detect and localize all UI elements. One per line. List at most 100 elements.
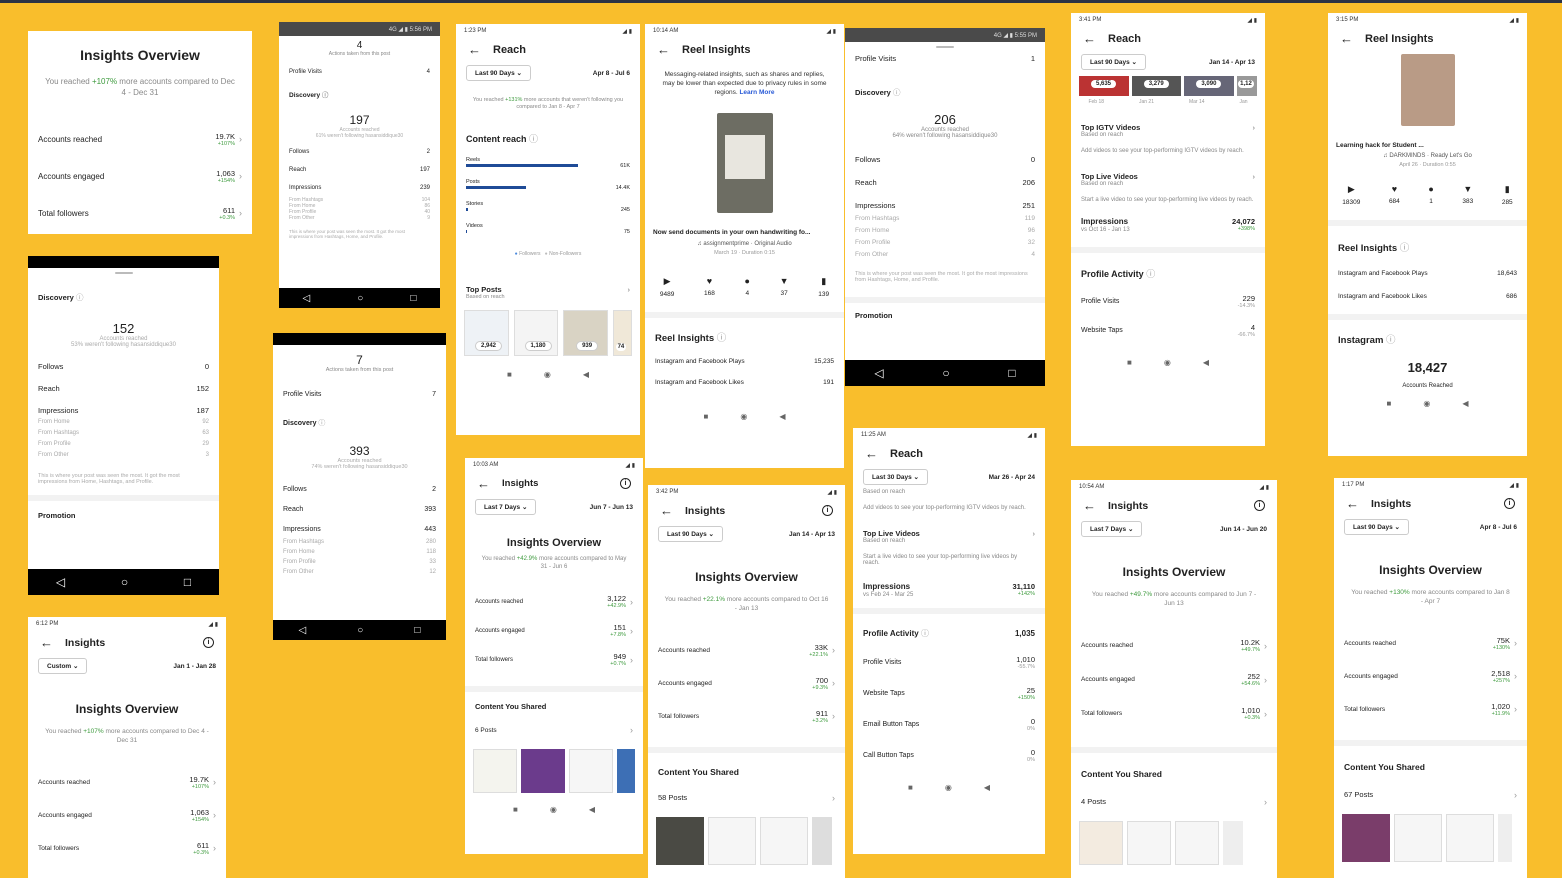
post-thumb[interactable] — [521, 749, 565, 794]
post-thumb[interactable] — [1175, 820, 1219, 865]
post-thumb[interactable]: 5,635 — [1079, 76, 1129, 96]
info-icon[interactable]: i — [203, 637, 214, 648]
back-nav-icon[interactable]: ◀ — [1203, 358, 1209, 367]
home-nav-icon[interactable]: ○ — [357, 625, 363, 636]
recents-nav-icon[interactable]: ■ — [1387, 399, 1392, 408]
home-nav-icon[interactable]: ○ — [942, 366, 949, 380]
reel-thumbnail[interactable] — [1400, 54, 1455, 126]
sheet-handle[interactable] — [936, 46, 954, 48]
back-nav-icon[interactable]: ◀ — [583, 370, 589, 379]
back-nav-icon[interactable]: ◁ — [56, 575, 65, 589]
range-dropdown[interactable]: Last 90 Days ⌄ — [1344, 519, 1410, 535]
range-dropdown[interactable]: Last 7 Days ⌄ — [475, 499, 537, 515]
metric-row[interactable]: Accounts reached 19.7K +107% › — [28, 766, 226, 799]
metric-row[interactable]: Total followers 1,010 +0.3% › — [1071, 697, 1277, 731]
post-thumb[interactable]: 3,090 — [1184, 76, 1235, 96]
metric-row[interactable]: Accounts engaged 151 +7.8% › — [465, 616, 643, 645]
home-nav-icon[interactable]: ○ — [357, 293, 363, 304]
post-thumb[interactable]: 1,180 — [513, 309, 559, 356]
post-thumb[interactable] — [1223, 820, 1243, 865]
back-arrow-icon[interactable]: ← — [468, 42, 481, 57]
back-nav-icon[interactable]: ◁ — [303, 293, 311, 304]
post-thumb[interactable]: 1,12 — [1237, 76, 1257, 96]
post-thumb[interactable] — [1342, 813, 1390, 862]
post-thumb[interactable]: 2,942 — [464, 309, 509, 356]
metric-row[interactable]: Total followers 1,020 +11.9% › — [1334, 693, 1527, 726]
info-icon[interactable]: i — [620, 478, 631, 489]
metric-row[interactable]: Total followers 611 +0.3% › — [28, 195, 252, 232]
range-dropdown[interactable]: Last 7 Days ⌄ — [1081, 521, 1143, 537]
home-nav-icon[interactable]: ◉ — [544, 370, 551, 379]
back-arrow-icon[interactable]: ← — [40, 635, 53, 650]
recents-nav-icon[interactable]: □ — [410, 293, 416, 304]
range-dropdown[interactable]: Last 30 Days ⌄ — [863, 469, 929, 485]
info-icon[interactable]: i — [1254, 500, 1265, 511]
post-thumb[interactable] — [617, 749, 635, 794]
post-thumb[interactable] — [708, 816, 756, 865]
back-nav-icon[interactable]: ◀ — [1462, 399, 1468, 408]
metric-row[interactable]: Accounts engaged 252 +54.6% › — [1071, 663, 1277, 697]
recents-nav-icon[interactable]: ■ — [908, 783, 913, 792]
range-dropdown[interactable]: Last 90 Days ⌄ — [1081, 54, 1147, 70]
back-arrow-icon[interactable]: ← — [1346, 496, 1359, 511]
post-thumb[interactable] — [1127, 820, 1171, 865]
post-thumb[interactable] — [812, 816, 832, 865]
recents-nav-icon[interactable]: ■ — [1127, 358, 1132, 367]
back-arrow-icon[interactable]: ← — [1083, 31, 1096, 46]
back-nav-icon[interactable]: ◀ — [589, 805, 595, 814]
posts-count-row[interactable]: 58 Posts › — [648, 793, 845, 803]
home-nav-icon[interactable]: ◉ — [945, 783, 952, 792]
metric-row[interactable]: Accounts reached 33K +22.1% › — [648, 634, 845, 667]
home-nav-icon[interactable]: ○ — [121, 575, 128, 589]
range-dropdown[interactable]: Last 90 Days ⌄ — [466, 65, 532, 81]
post-thumb[interactable]: 939 — [563, 309, 608, 356]
top-igtv-heading[interactable]: Top IGTV Videos › — [1071, 123, 1265, 132]
sheet-handle[interactable] — [114, 272, 133, 274]
post-thumb[interactable] — [760, 816, 808, 865]
metric-row[interactable]: Accounts reached 19.7K +107% › — [28, 121, 252, 158]
back-arrow-icon[interactable]: ← — [657, 42, 670, 57]
info-icon[interactable]: i — [1504, 498, 1515, 509]
metric-row[interactable]: Accounts engaged 1,063 +154% › — [28, 158, 252, 195]
post-thumb[interactable]: 3,279 — [1131, 76, 1182, 96]
metric-row[interactable]: Total followers 911 +3.2% › — [648, 700, 845, 733]
top-live-heading[interactable]: Top Live Videos › — [1071, 172, 1265, 181]
recents-nav-icon[interactable]: □ — [414, 625, 420, 636]
post-thumb[interactable] — [656, 816, 704, 865]
post-thumb[interactable] — [1498, 813, 1512, 862]
metric-row[interactable]: Total followers 611 +0.3% › — [28, 832, 226, 865]
back-arrow-icon[interactable]: ← — [660, 503, 673, 518]
recents-nav-icon[interactable]: ■ — [513, 805, 518, 814]
metric-row[interactable]: Accounts engaged 2,518 +257% › — [1334, 660, 1527, 693]
recents-nav-icon[interactable]: □ — [1008, 366, 1015, 380]
metric-row[interactable]: Accounts reached 3,122 +42.9% › — [465, 587, 643, 616]
post-thumb[interactable] — [473, 749, 517, 794]
home-nav-icon[interactable]: ◉ — [550, 805, 557, 814]
range-dropdown[interactable]: Last 90 Days ⌄ — [658, 526, 724, 542]
recents-nav-icon[interactable]: □ — [184, 575, 191, 589]
metric-row[interactable]: Accounts engaged 700 +9.3% › — [648, 667, 845, 700]
post-thumb[interactable] — [1446, 813, 1494, 862]
post-thumb[interactable]: 74 — [612, 309, 632, 356]
back-arrow-icon[interactable]: ← — [865, 446, 878, 461]
posts-count-row[interactable]: 67 Posts › — [1334, 790, 1527, 800]
back-nav-icon[interactable]: ◁ — [299, 625, 307, 636]
metric-row[interactable]: Total followers 949 +0.7% › — [465, 645, 643, 674]
back-nav-icon[interactable]: ◁ — [874, 366, 883, 380]
posts-count-row[interactable]: 4 Posts › — [1071, 797, 1277, 807]
metric-row[interactable]: Accounts engaged 1,063 +154% › — [28, 799, 226, 832]
post-thumb[interactable] — [569, 749, 613, 794]
home-nav-icon[interactable]: ◉ — [1164, 358, 1171, 367]
reel-thumbnail[interactable] — [716, 113, 773, 214]
metric-row[interactable]: Accounts reached 10.2K +49.7% › — [1071, 629, 1277, 663]
learn-more-link[interactable]: Learn More — [739, 89, 774, 96]
metric-row[interactable]: Accounts reached 75K +130% › — [1334, 627, 1527, 660]
recents-nav-icon[interactable]: ■ — [704, 412, 709, 421]
back-arrow-icon[interactable]: ← — [1083, 498, 1096, 513]
top-posts-heading[interactable]: Top Posts › — [456, 285, 640, 294]
recents-nav-icon[interactable]: ■ — [507, 370, 512, 379]
home-nav-icon[interactable]: ◉ — [740, 412, 747, 421]
home-nav-icon[interactable]: ◉ — [1423, 399, 1430, 408]
back-nav-icon[interactable]: ◀ — [984, 783, 990, 792]
info-icon[interactable]: i — [822, 505, 833, 516]
